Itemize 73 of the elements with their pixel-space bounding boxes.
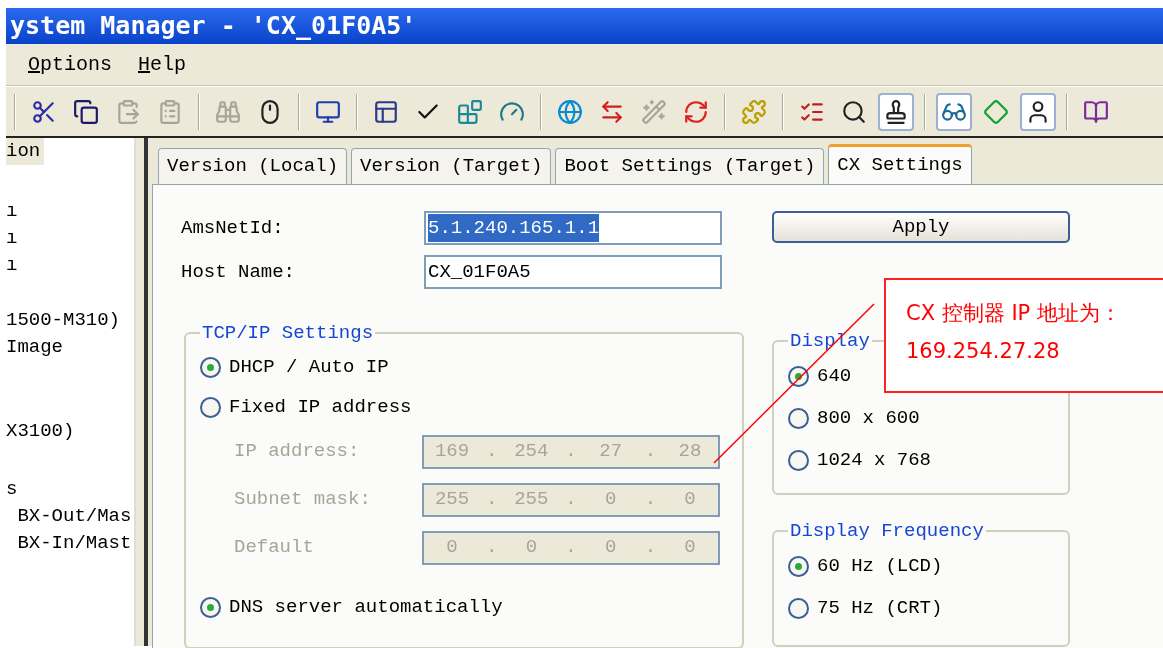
tab[interactable]: CX Settings xyxy=(828,144,972,184)
tree-item[interactable]: 1500-M310) xyxy=(6,307,125,334)
tree-item[interactable]: X3100) xyxy=(6,418,79,445)
field-label: AmsNetId: xyxy=(181,215,285,241)
text-field[interactable]: CX_01F0A5 xyxy=(424,255,722,289)
computer-icon xyxy=(315,98,341,125)
tree-item[interactable]: ion xyxy=(6,138,45,165)
stamp-icon xyxy=(883,98,909,125)
puzzle-icon xyxy=(741,98,767,125)
refresh-icon xyxy=(683,98,709,125)
radio-button[interactable] xyxy=(788,598,809,619)
toolbar-separator xyxy=(924,93,926,130)
globe-icon xyxy=(557,98,583,125)
tree-item[interactable]: BX-In/Mast xyxy=(6,530,136,557)
wand-icon xyxy=(641,98,667,125)
radio-label: 640 xyxy=(817,364,852,390)
radio-label: 60 Hz (LCD) xyxy=(817,554,943,580)
radio-button[interactable] xyxy=(788,408,809,429)
swap-icon xyxy=(599,98,625,125)
radio-label: DHCP / Auto IP xyxy=(229,355,389,381)
radio-label: DNS server automatically xyxy=(229,595,503,621)
blocks-icon xyxy=(457,98,483,125)
binoculars-icon xyxy=(215,98,241,125)
tab[interactable]: Boot Settings (Target) xyxy=(555,148,825,184)
toolbar-separator xyxy=(782,93,784,130)
radio-button[interactable] xyxy=(788,556,809,577)
tree-item[interactable]: s xyxy=(6,476,22,503)
tree-item[interactable]: ı xyxy=(6,225,22,252)
apply-button[interactable]: Apply xyxy=(772,211,1070,243)
toolbar-separator xyxy=(298,93,300,130)
field-label: Default xyxy=(233,535,315,561)
radio-button[interactable] xyxy=(200,397,221,418)
tree-item[interactable]: BX-Out/Mas xyxy=(6,503,136,530)
copy-icon xyxy=(73,98,99,125)
window-title: ystem Manager - 'CX_01F0A5' xyxy=(10,10,417,43)
paste-icon xyxy=(115,98,141,125)
radio-button[interactable] xyxy=(788,366,809,387)
toolbar-separator xyxy=(724,93,726,130)
toolbar-separator xyxy=(356,93,358,130)
group-title: TCP/IP Settings xyxy=(201,321,375,346)
menu-item[interactable]: Options xyxy=(26,49,115,80)
callout-text: CX 控制器 IP 地址为： xyxy=(906,300,1122,327)
toolbar-separator xyxy=(540,93,542,130)
tree-item[interactable]: Image xyxy=(6,334,67,361)
book-icon xyxy=(1083,98,1109,125)
callout-text: 169.254.27.28 xyxy=(906,338,1061,365)
toolbar-button[interactable] xyxy=(878,92,914,131)
radio-label: 800 x 600 xyxy=(817,406,920,432)
tab[interactable]: Version (Target) xyxy=(351,148,552,184)
radio-label: 75 Hz (CRT) xyxy=(817,596,943,622)
tree-item[interactable]: ı xyxy=(6,198,22,225)
tree-item[interactable]: ı xyxy=(6,252,22,279)
radio-button[interactable] xyxy=(200,597,221,618)
toolbar-button[interactable] xyxy=(1020,92,1056,131)
clipboard-icon xyxy=(157,98,183,125)
toolbar-separator xyxy=(14,93,16,130)
diamond-icon xyxy=(983,98,1009,125)
group-title: Display Frequency xyxy=(789,519,985,544)
menu-item[interactable]: Help xyxy=(136,49,189,80)
field-label: Subnet mask: xyxy=(233,487,372,513)
field-label: IP address: xyxy=(233,439,361,465)
tab[interactable]: Version (Local) xyxy=(158,148,348,184)
radio-label: Fixed IP address xyxy=(229,395,412,421)
panels-icon xyxy=(373,98,399,125)
toolbar-separator xyxy=(198,93,200,130)
radio-label: 1024 x 768 xyxy=(817,448,932,474)
radio-button[interactable] xyxy=(788,450,809,471)
text-field[interactable]: 5.1.240.165.1.1 xyxy=(424,211,722,245)
radio-button[interactable] xyxy=(200,357,221,378)
field-label: Host Name: xyxy=(181,259,297,285)
scissors-icon xyxy=(31,98,57,125)
toolbar-separator xyxy=(1066,93,1068,130)
search-icon xyxy=(841,98,867,125)
